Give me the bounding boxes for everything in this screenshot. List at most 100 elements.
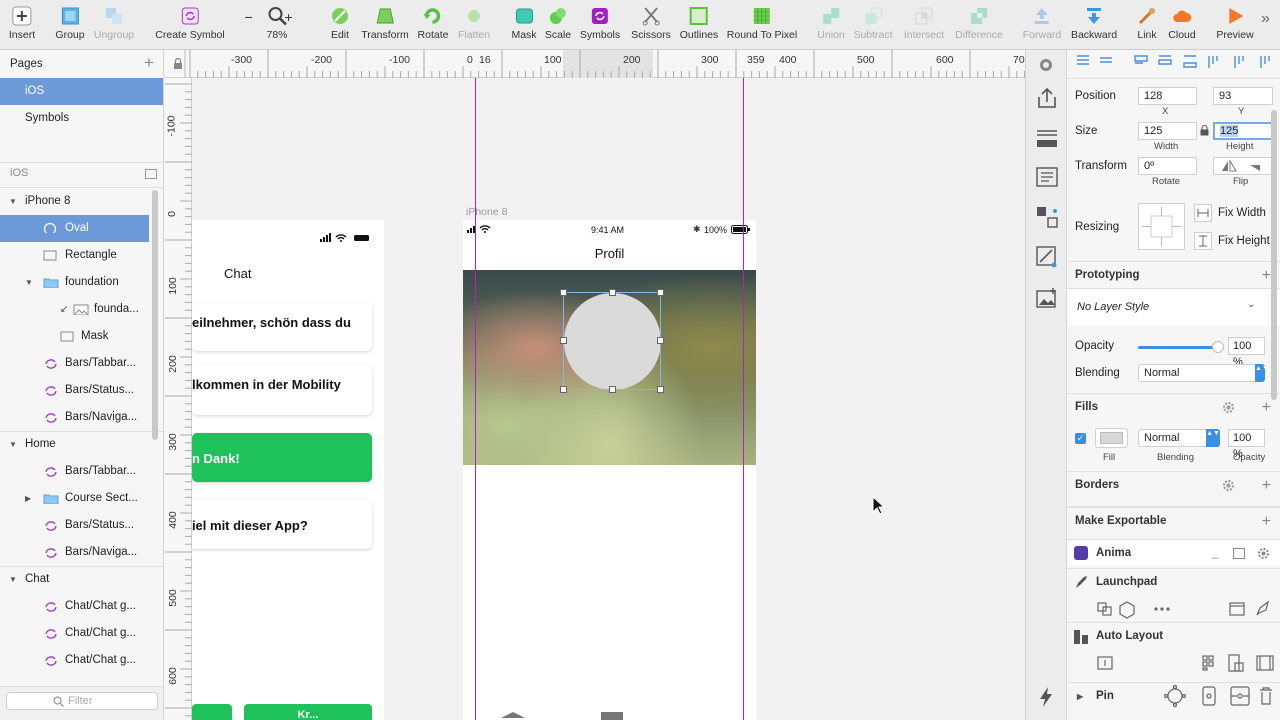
profile-artboard[interactable]: 9:41 AM ✱ 100% Profil (463, 220, 756, 720)
layer-foundation-group[interactable]: ▼ foundation (0, 269, 163, 296)
ungroup-button[interactable]: Ungroup (94, 6, 134, 41)
alignment-toolbar[interactable] (1067, 50, 1280, 78)
forward-button[interactable]: Forward (1023, 6, 1061, 41)
collapse-layers-icon[interactable] (145, 169, 157, 179)
fix-width-toggle[interactable] (1194, 204, 1212, 222)
layer-chat-group-3[interactable]: Chat/Chat g... (0, 647, 163, 674)
artboard-label[interactable]: iPhone 8 (466, 206, 507, 218)
launchpad-tools[interactable] (1067, 598, 1280, 620)
document-icon[interactable] (1036, 167, 1058, 187)
fill-opacity-input[interactable]: 100 % (1228, 429, 1265, 460)
layer-chat-group-2[interactable]: Chat/Chat g... (0, 620, 163, 647)
round-to-pixel-button[interactable]: Round To Pixel (727, 6, 797, 41)
prototype-link-icon[interactable] (1036, 246, 1058, 268)
opacity-slider-knob[interactable] (1212, 341, 1224, 353)
layer-chat[interactable]: ▼ Chat (0, 566, 163, 593)
chat-card[interactable]: Ziel mit dieser App? (192, 500, 372, 549)
auto-layout-tools[interactable] (1067, 652, 1280, 674)
filter-input[interactable]: Filter (6, 692, 158, 710)
layer-home-status[interactable]: Bars/Status... (0, 512, 163, 539)
outlines-button[interactable]: Outlines (680, 6, 718, 41)
add-page-icon[interactable]: + (144, 53, 154, 73)
chat-card[interactable]: eilnehmer, schön dass du (192, 303, 372, 351)
chat-card-green[interactable]: n Dank! (192, 433, 372, 482)
zoom-out-button[interactable]: − (244, 9, 252, 25)
group-button[interactable]: Group (55, 6, 85, 41)
make-exportable-section[interactable]: Make Exportable + (1067, 506, 1280, 533)
intersect-button[interactable]: Intersect (904, 6, 944, 41)
symbols-button[interactable]: Symbols (580, 6, 620, 41)
fix-height-toggle[interactable] (1194, 232, 1212, 250)
resizing-widget[interactable] (1138, 203, 1185, 250)
disclosure-open-icon[interactable]: ▼ (25, 269, 33, 296)
rotate-input[interactable]: 0º (1138, 157, 1197, 175)
transform-button[interactable]: Transform (361, 6, 409, 41)
sketch-logo-icon[interactable] (1037, 58, 1055, 72)
lightning-icon[interactable] (1038, 686, 1054, 708)
component-icon[interactable] (1036, 206, 1058, 228)
mask-button[interactable]: Mask (511, 6, 537, 41)
disclosure-closed-icon[interactable]: ▶ (1077, 683, 1083, 710)
layer-home-tabbar[interactable]: Bars/Tabbar... (0, 458, 163, 485)
minimize-icon[interactable]: _ (1212, 540, 1218, 567)
layer-iphone8[interactable]: ▼ iPhone 8 (0, 188, 163, 215)
auto-layout-section[interactable]: Auto Layout (1067, 622, 1280, 649)
chat-action-button-right[interactable]: Kr... (244, 704, 372, 720)
cloud-button[interactable]: Cloud (1168, 6, 1196, 41)
width-input[interactable]: 125 (1138, 122, 1197, 140)
inspector-scrollbar[interactable] (1271, 110, 1277, 400)
opacity-slider[interactable] (1138, 341, 1224, 353)
edit-button[interactable]: Edit (330, 6, 350, 41)
layer-style-select[interactable]: No Layer Style ⌄ (1067, 288, 1280, 326)
link-button[interactable]: Link (1137, 6, 1157, 41)
disclosure-open-icon[interactable]: ▼ (9, 431, 17, 458)
disclosure-open-icon[interactable]: ▼ (9, 188, 17, 215)
height-input[interactable]: 125 (1213, 122, 1273, 140)
backward-button[interactable]: Backward (1071, 6, 1117, 41)
fills-section[interactable]: Fills + (1067, 393, 1280, 420)
zoom-in-button[interactable]: + (284, 9, 292, 25)
difference-button[interactable]: Difference (955, 6, 1003, 41)
position-y-input[interactable]: 93 (1213, 87, 1273, 105)
opacity-input[interactable]: 100 % (1228, 337, 1265, 368)
flip-control[interactable] (1213, 157, 1273, 175)
layer-bars-status[interactable]: Bars/Status... (0, 377, 163, 404)
selection-handles[interactable] (560, 289, 665, 394)
flatten-button[interactable]: Flatten (458, 6, 490, 41)
add-fill-icon[interactable]: + (1262, 394, 1271, 421)
lock-ratio-icon[interactable] (1200, 125, 1209, 136)
union-button[interactable]: Union (817, 6, 845, 41)
borders-section[interactable]: Borders + (1067, 471, 1280, 498)
layer-rectangle[interactable]: Rectangle (0, 242, 163, 269)
position-x-input[interactable]: 128 (1138, 87, 1197, 105)
disclosure-closed-icon[interactable]: ▶ (25, 485, 31, 512)
scissors-button[interactable]: Scissors (631, 6, 671, 41)
layer-chat-group-1[interactable]: Chat/Chat g... (0, 593, 163, 620)
add-border-icon[interactable]: + (1262, 472, 1271, 499)
layers-scrollbar[interactable] (152, 190, 158, 440)
layers-icon[interactable] (1036, 130, 1058, 148)
layer-foundation-image[interactable]: ↙ founda... (0, 296, 163, 323)
lock-icon[interactable] (173, 58, 183, 70)
zoom-control[interactable]: − + 78% (244, 6, 293, 41)
chat-card[interactable]: lkommen in der Mobility (192, 365, 372, 415)
rotate-button[interactable]: Rotate (418, 6, 448, 41)
prototyping-section[interactable]: Prototyping + (1067, 261, 1280, 288)
layer-home[interactable]: ▼ Home (0, 431, 163, 458)
add-export-icon[interactable]: + (1262, 508, 1271, 535)
layer-course-section[interactable]: ▶ Course Sect... (0, 485, 163, 512)
image-add-icon[interactable] (1036, 287, 1058, 309)
fill-color-swatch[interactable] (1095, 428, 1128, 448)
subtract-button[interactable]: Subtract (853, 6, 893, 41)
layer-bars-tabbar[interactable]: Bars/Tabbar... (0, 350, 163, 377)
pin-tools[interactable] (1163, 684, 1279, 708)
gear-icon[interactable] (1222, 401, 1235, 414)
anima-section[interactable]: Anima _ (1067, 539, 1280, 566)
layer-oval[interactable]: Oval (0, 215, 149, 242)
blending-select[interactable]: Normal ▲▼ (1138, 364, 1269, 382)
preview-button[interactable]: Preview (1216, 6, 1254, 41)
add-prototyping-icon[interactable]: + (1262, 262, 1271, 289)
chat-artboard[interactable]: Chat eilnehmer, schön dass du lkommen in… (192, 220, 384, 720)
insert-button[interactable]: Insert (9, 6, 35, 41)
layer-home-navigation[interactable]: Bars/Naviga... (0, 539, 163, 566)
